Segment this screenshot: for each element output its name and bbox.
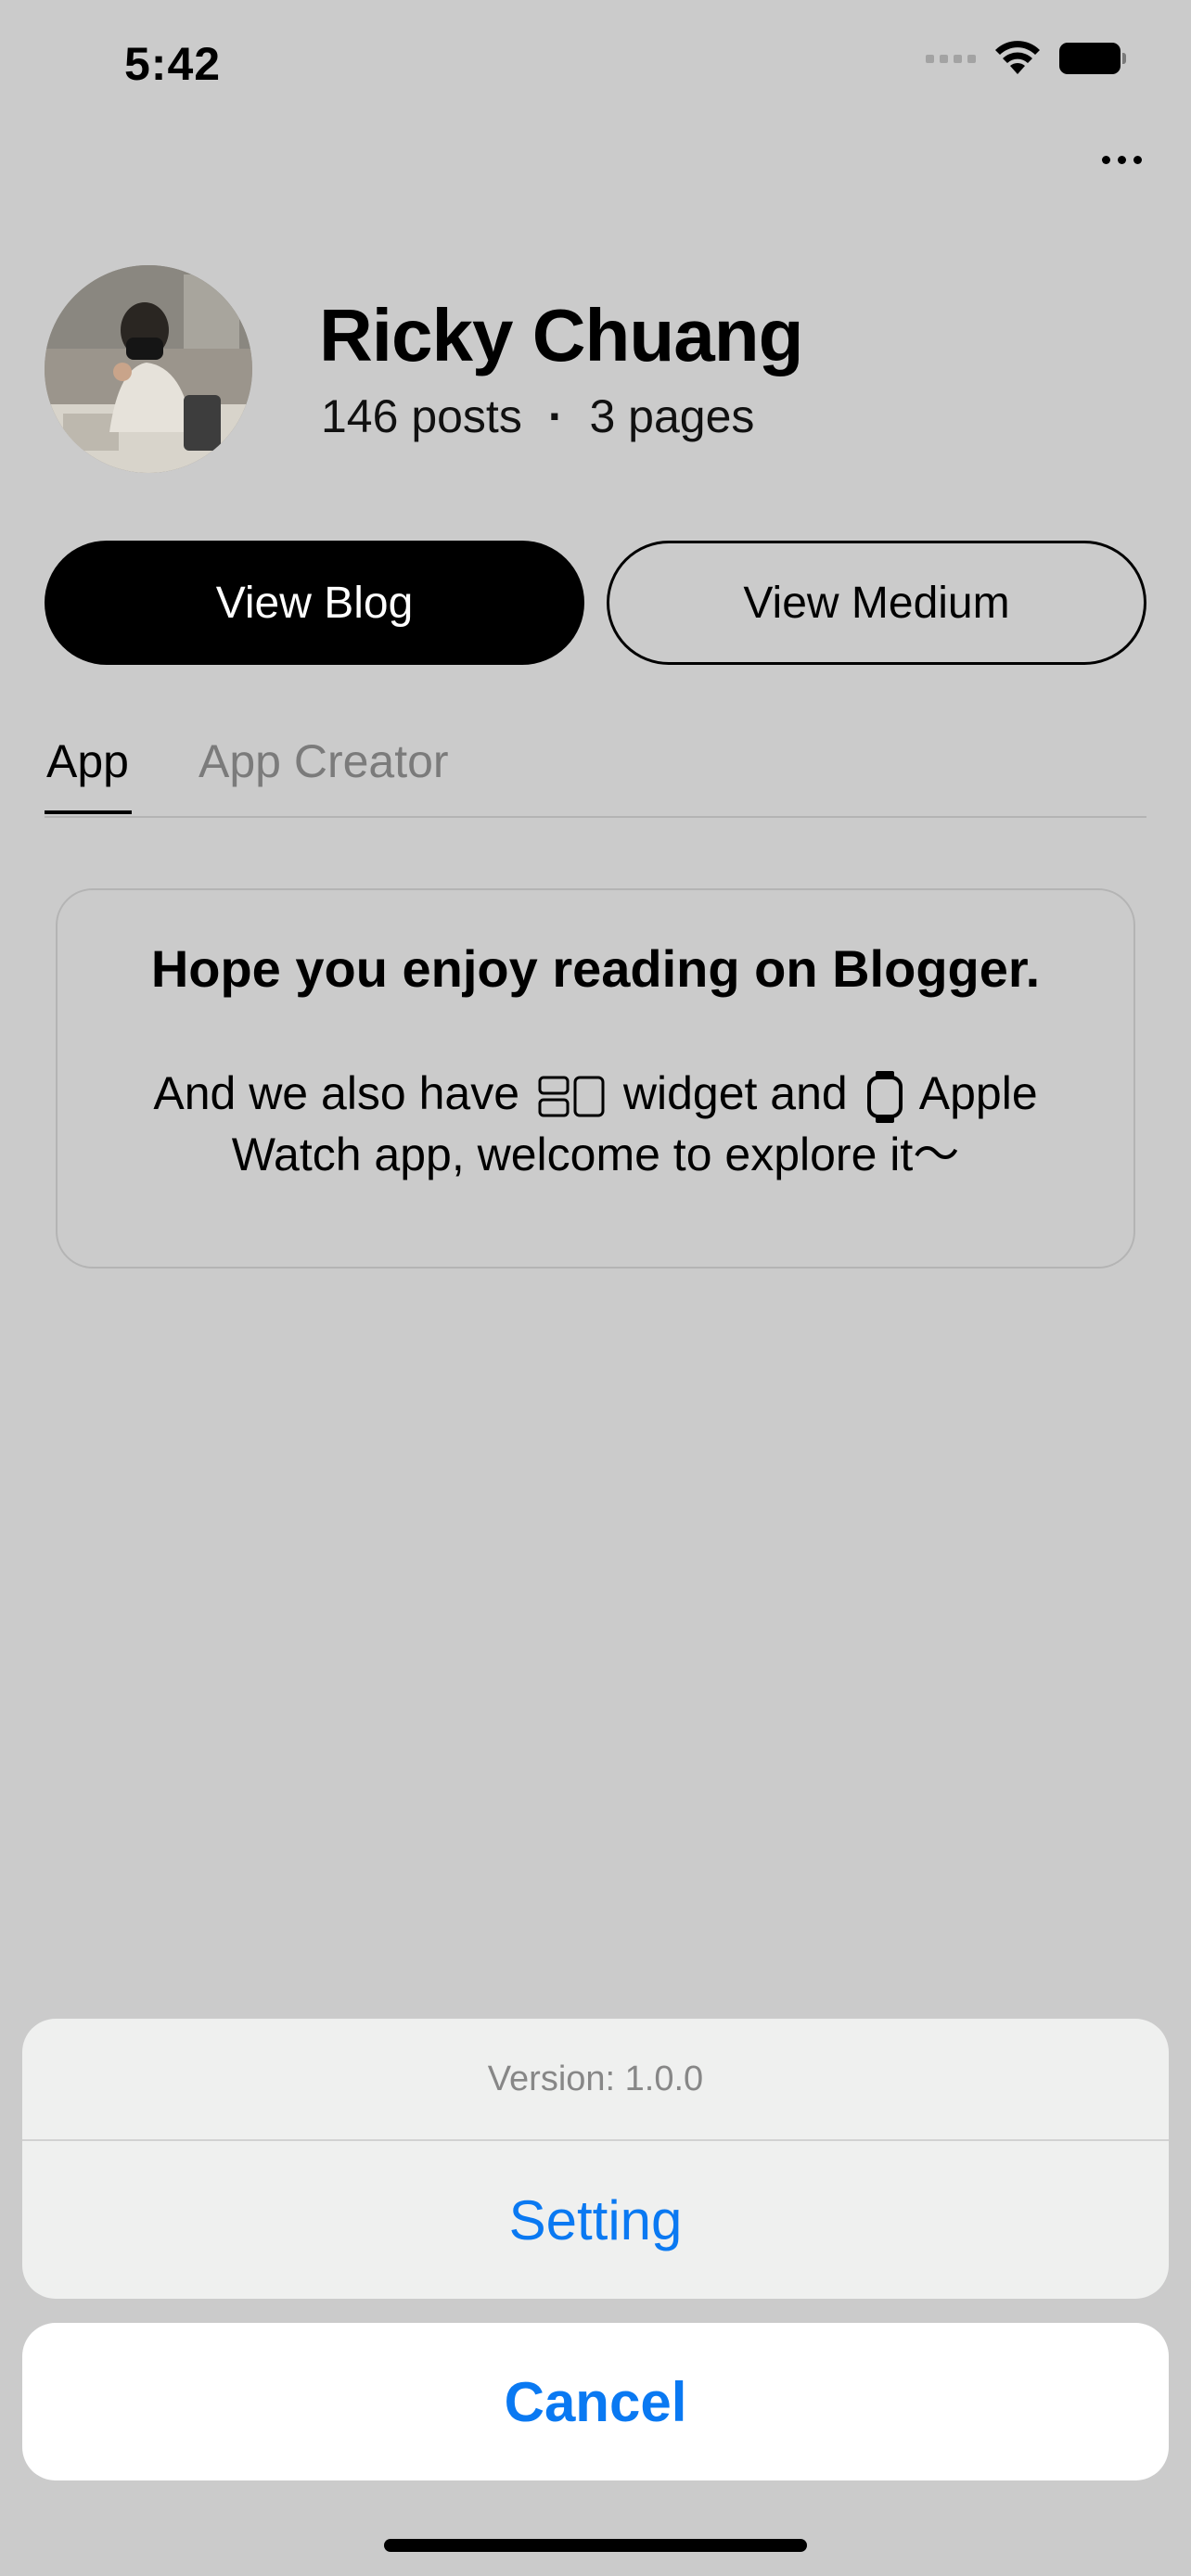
profile-stats: 146 posts · 3 pages [321,389,754,443]
signal-icon [926,54,976,63]
apple-watch-icon [866,1070,903,1123]
card-body: And we also have widget and Apple Watch … [113,1063,1078,1185]
tab-bar: App App Creator [45,723,1146,818]
wifi-icon [995,41,1040,74]
profile-name: Ricky Chuang [319,294,803,376]
setting-button[interactable]: Setting [22,2141,1169,2299]
posts-count: 146 posts [321,390,522,442]
card-title: Hope you enjoy reading on Blogger. [150,939,1041,998]
status-icons [926,41,1126,76]
info-card: Hope you enjoy reading on Blogger. And w… [56,888,1135,1269]
view-medium-button[interactable]: View Medium [607,541,1146,665]
card-body-text-2: widget and [622,1067,848,1119]
action-sheet: Version: 1.0.0 Setting [22,2019,1169,2299]
more-button[interactable] [1089,139,1154,180]
tab-selected-indicator [45,810,132,814]
home-indicator[interactable] [384,2539,807,2552]
tab-app[interactable]: App [46,734,129,788]
pages-count: 3 pages [589,390,755,442]
cancel-button[interactable]: Cancel [22,2323,1169,2480]
status-time: 5:42 [124,38,222,90]
more-icon [1101,155,1110,164]
avatar [45,265,252,473]
battery-icon [1059,43,1126,74]
stats-separator: · [547,390,564,442]
view-blog-button[interactable]: View Blog [45,541,584,665]
tab-app-creator[interactable]: App Creator [198,734,449,788]
version-label: Version: 1.0.0 [22,2019,1169,2141]
card-body-text-1: And we also have [153,1067,520,1119]
widget-icon [538,1076,605,1117]
